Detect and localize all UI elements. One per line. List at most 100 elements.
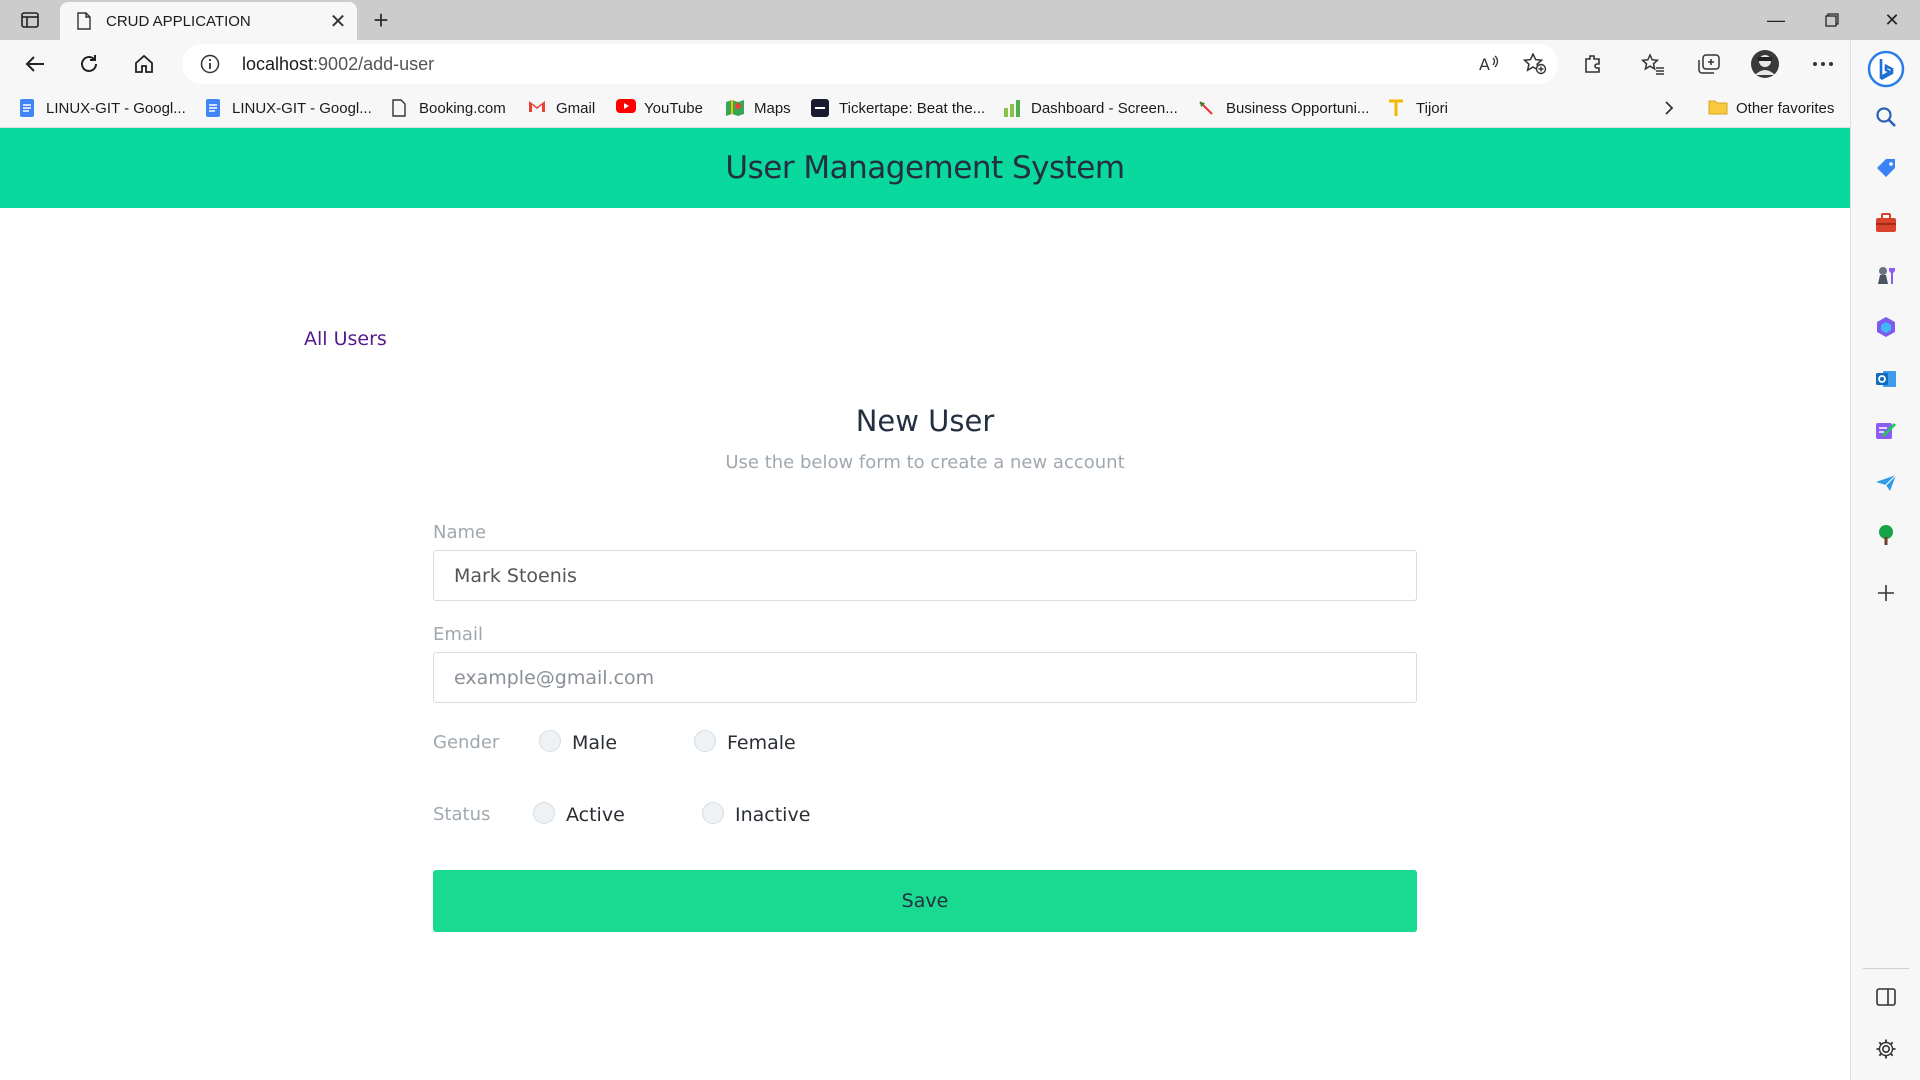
send-icon[interactable] [1873,470,1899,496]
browser-tab[interactable]: CRUD APPLICATION ✕ [60,2,357,40]
status-inactive-label[interactable]: Inactive [735,804,810,826]
name-field[interactable] [433,550,1417,601]
address-bar[interactable]: localhost:9002/add-user A [182,44,1558,84]
bookmark-label: Business Opportuni... [1226,99,1370,117]
bookmark-item[interactable]: Gmail [528,96,595,120]
name-label: Name [433,522,487,543]
search-icon[interactable] [1873,104,1899,130]
more-favorites-chevron-icon[interactable] [1664,96,1674,120]
bookmark-item[interactable]: Tijori [1388,96,1448,120]
email-label: Email [433,624,483,645]
bookmark-label: Gmail [556,99,596,117]
folder-icon [1708,99,1728,117]
url-host: localhost [242,54,314,74]
bookmark-item[interactable]: YouTube [616,96,703,120]
tools-briefcase-icon[interactable] [1873,210,1899,236]
new-user-form: New User Use the below form to create a … [433,404,1417,932]
bookmark-label: Tickertape: Beat the... [839,99,986,117]
microsoft-365-icon[interactable] [1873,314,1899,340]
gmail-icon [528,99,546,117]
bookmark-label: YouTube [644,99,703,117]
designer-icon[interactable] [1873,418,1899,444]
tickertape-icon [811,99,829,117]
minimize-button[interactable]: — [1748,0,1804,40]
back-icon[interactable] [18,48,52,80]
other-favorites[interactable]: Other favorites [1708,96,1834,120]
youtube-icon [616,99,636,117]
bookmark-label: LINUX-GIT - Googl... [232,99,372,117]
new-tab-button[interactable]: + [366,5,396,35]
gender-female-radio[interactable] [694,730,716,752]
browser-toolbar: localhost:9002/add-user A [0,40,1920,88]
close-window-button[interactable]: ✕ [1864,0,1920,40]
maps-icon [726,99,744,117]
bookmark-item[interactable]: Booking.com [391,96,506,120]
google-docs-icon [204,99,222,117]
google-docs-icon [18,99,36,117]
status-label: Status [433,804,491,825]
extensions-icon[interactable] [1576,48,1610,80]
browser-tab-bar: CRUD APPLICATION ✕ + — ✕ [0,0,1920,40]
sidebar-divider [1863,968,1909,969]
url-path: :9002/add-user [313,54,435,74]
form-title: New User [855,404,995,438]
web-page: User Management System All Users New Use… [0,128,1850,1080]
bookmark-item[interactable]: Business Opportuni... [1198,96,1369,120]
bing-copilot-icon[interactable] [1867,50,1905,88]
status-row: Status Active Inactive [433,800,1417,830]
sidebar-layout-icon[interactable] [1873,984,1899,1010]
sidebar-settings-gear-icon[interactable] [1873,1036,1899,1062]
settings-more-icon[interactable] [1806,48,1840,80]
collections-icon[interactable] [1692,48,1726,80]
home-icon[interactable] [127,48,161,80]
shopping-tag-icon[interactable] [1873,156,1899,182]
bookmark-label: Dashboard - Screen... [1031,99,1178,117]
favorites-bar: LINUX-GIT - Googl... LINUX-GIT - Googl..… [0,88,1850,128]
bookmark-label: LINUX-GIT - Googl... [46,99,186,117]
status-active-radio[interactable] [533,802,555,824]
email-field[interactable] [433,652,1417,703]
app-header: User Management System [0,128,1850,208]
status-inactive-radio[interactable] [702,802,724,824]
svg-text:A: A [1479,55,1490,74]
games-chess-icon[interactable] [1873,262,1899,288]
bookmark-item[interactable]: Maps [726,96,791,120]
close-tab-icon[interactable]: ✕ [323,6,353,36]
bookmark-label: Booking.com [419,99,506,117]
bookmark-item[interactable]: LINUX-GIT - Googl... [18,96,186,120]
gender-label: Gender [433,732,500,753]
bookmark-label: Tijori [1416,99,1448,117]
tab-actions-icon[interactable] [16,9,44,31]
gender-female-label[interactable]: Female [727,732,796,754]
add-favorite-icon[interactable] [1518,48,1552,80]
save-button[interactable]: Save [433,870,1417,932]
gender-male-radio[interactable] [539,730,561,752]
restore-button[interactable] [1804,0,1860,40]
add-icon[interactable] [1873,580,1899,606]
refresh-icon[interactable] [72,48,106,80]
gender-male-label[interactable]: Male [572,732,617,754]
profile-avatar[interactable] [1748,48,1782,80]
site-info-icon[interactable] [200,54,220,74]
page-icon [391,99,409,117]
favorites-icon[interactable] [1636,48,1670,80]
bar-chart-icon [1003,99,1021,117]
app-title: User Management System [725,150,1125,186]
arrow-icon [1198,99,1216,117]
bookmark-item[interactable]: LINUX-GIT - Googl... [204,96,372,120]
page-icon [74,11,94,31]
outlook-icon[interactable] [1873,366,1899,392]
status-active-label[interactable]: Active [566,804,625,826]
form-subtitle: Use the below form to create a new accou… [725,452,1125,473]
gender-row: Gender Male Female [433,728,1417,758]
other-favorites-label: Other favorites [1736,99,1835,117]
url-text[interactable]: localhost:9002/add-user [242,54,434,75]
read-aloud-icon[interactable]: A [1472,48,1506,80]
bookmark-item[interactable]: Dashboard - Screen... [1003,96,1178,120]
bookmark-item[interactable]: Tickertape: Beat the... [811,96,985,120]
tijori-icon [1388,99,1406,117]
edge-sidebar [1850,40,1920,1080]
all-users-link[interactable]: All Users [304,328,387,350]
tree-icon[interactable] [1873,522,1899,548]
bookmark-label: Maps [754,99,791,117]
